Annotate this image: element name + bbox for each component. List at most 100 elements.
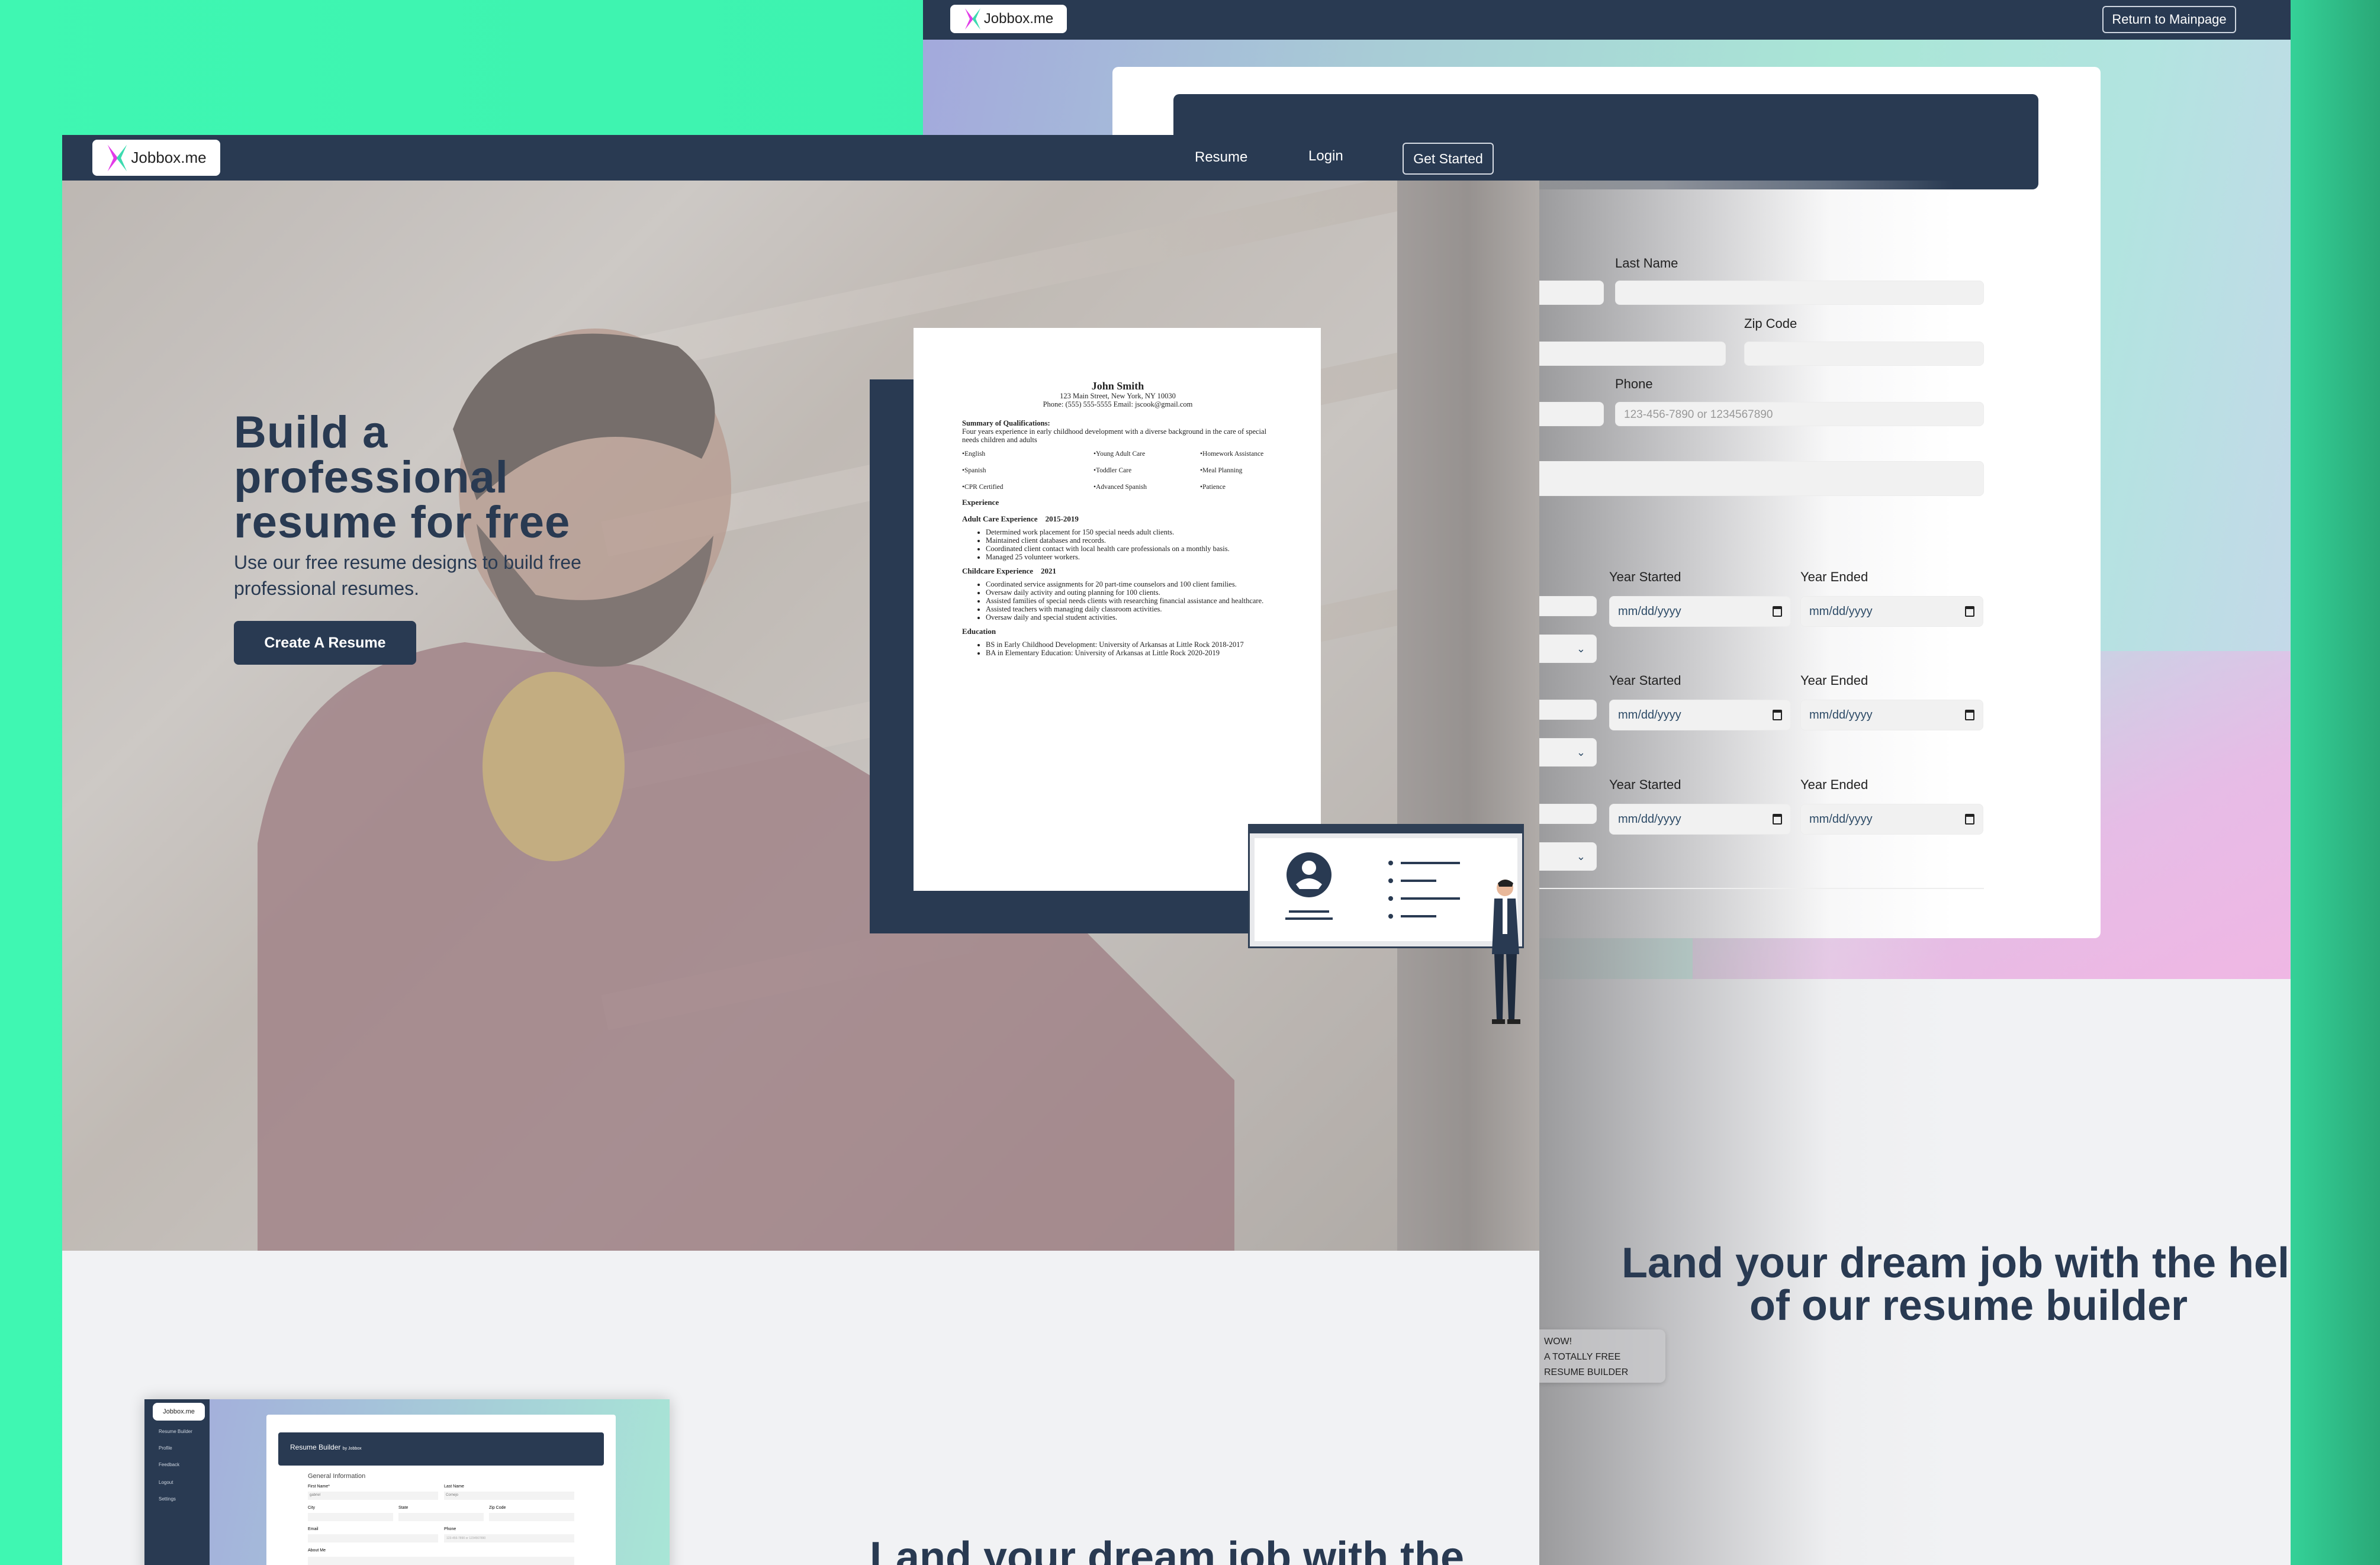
return-to-mainpage-button[interactable]: Return to Mainpage: [2102, 6, 2236, 33]
phone-input[interactable]: 123-456-7890 or 1234567890: [1615, 402, 1984, 426]
section-headline: Land your dream job with the help of our…: [1621, 1239, 2291, 1329]
zip-code-input[interactable]: [1744, 342, 1984, 366]
skill: •English: [962, 450, 986, 458]
year-ended-input[interactable]: mm/dd/yyyy: [1800, 700, 1983, 730]
bullet: Coordinated service assignments for 20 p…: [986, 580, 1273, 588]
calendar-icon[interactable]: [1965, 814, 1974, 825]
date-placeholder: mm/dd/yyyy: [1809, 708, 1873, 722]
bullet: Oversaw daily activity and outing planni…: [986, 588, 1273, 597]
preview-section-title: General Information: [308, 1473, 366, 1480]
resume-summary: Four years experience in early childhood…: [962, 427, 1267, 444]
preview-header: Resume Builder by Jobbox: [278, 1432, 604, 1466]
resume-job-title: Childcare Experience 2021: [962, 566, 1056, 575]
create-resume-button[interactable]: Create A Resume: [234, 621, 416, 665]
resume-job-title: Adult Care Experience 2015-2019: [962, 514, 1079, 523]
resume-skills: •English •Young Adult Care •Homework Ass…: [962, 450, 1273, 491]
bullet: BA in Elementary Education: University o…: [986, 649, 1273, 657]
builder-preview-screenshot: Jobbox.me Resume Builder Profile Feedbac…: [144, 1399, 670, 1565]
last-name-label: Last Name: [1615, 256, 1678, 271]
logo-text: Jobbox.me: [983, 11, 1054, 27]
skill: •Homework Assistance: [1200, 450, 1264, 458]
preview-label: Zip Code: [489, 1506, 506, 1510]
calendar-icon[interactable]: [1965, 606, 1974, 617]
resume-education-list: BS in Early Childhood Development: Unive…: [986, 640, 1273, 657]
top-navbar: Jobbox.me Resume Login Get Started: [62, 135, 1539, 181]
year-ended-input[interactable]: mm/dd/yyyy: [1800, 596, 1983, 627]
preview-textarea: [308, 1557, 574, 1565]
resume-job-bullets: Coordinated service assignments for 20 p…: [986, 580, 1273, 622]
preview-sidebar: Jobbox.me Resume Builder Profile Feedbac…: [144, 1399, 210, 1565]
preview-sidebar-item: Feedback: [159, 1462, 180, 1467]
resume-education-heading: Education: [962, 627, 996, 636]
preview-sidebar-item: Settings: [159, 1496, 176, 1502]
preview-header-sub: by Jobbox: [342, 1447, 362, 1451]
year-started-input[interactable]: mm/dd/yyyy: [1609, 596, 1791, 627]
skill: •Patience: [1200, 484, 1226, 491]
bullet: Managed 25 volunteer workers.: [986, 553, 1273, 561]
about-me-textarea[interactable]: [1515, 461, 1984, 496]
hero-title: Build a professional resume for free: [234, 407, 571, 548]
logo[interactable]: Jobbox.me: [950, 5, 1067, 33]
calendar-icon[interactable]: [1773, 710, 1782, 720]
preview-label: Email: [308, 1527, 319, 1531]
logo-text: Jobbox.me: [131, 149, 207, 166]
year-ended-label: Year Ended: [1800, 777, 1868, 792]
landing-page-window: Jobbox.me Resume Login Get Started Build…: [62, 135, 1539, 1565]
preview-input: [489, 1513, 574, 1521]
chevron-down-icon: ⌄: [1576, 850, 1585, 862]
preview-label: Last Name: [444, 1485, 464, 1489]
preview-header-title: Resume Builder: [290, 1443, 341, 1451]
year-ended-label: Year Ended: [1800, 673, 1868, 688]
bullet: Coordinated client contact with local he…: [986, 545, 1273, 553]
section-headline: Land your dream job with the: [870, 1534, 1465, 1565]
free-badge: WOW! A TOTALLY FREE RESUME BUILDER: [1539, 1329, 1665, 1383]
last-name-input[interactable]: [1615, 281, 1984, 305]
preview-input: Cornejo: [444, 1492, 574, 1500]
hero-subtitle: Use our free resume designs to build fre…: [234, 552, 581, 599]
bullet: Determined work placement for 150 specia…: [986, 528, 1273, 536]
logo[interactable]: Jobbox.me: [92, 140, 220, 176]
calendar-icon[interactable]: [1773, 606, 1782, 617]
bullet: Maintained client databases and records.: [986, 536, 1273, 545]
date-placeholder: mm/dd/yyyy: [1618, 604, 1681, 618]
date-placeholder: mm/dd/yyyy: [1809, 812, 1873, 826]
badge-line: A TOTALLY FREE: [1544, 1352, 1621, 1362]
preview-sidebar-item: Resume Builder: [159, 1429, 192, 1434]
preview-input: [308, 1513, 393, 1521]
skill: •CPR Certified: [962, 484, 1004, 491]
logo-icon: [108, 144, 127, 171]
bullet: Assisted teachers with managing daily cl…: [986, 605, 1273, 613]
preview-input: 123-456-7890 or 1234567890: [444, 1534, 574, 1543]
nav-login[interactable]: Login: [1308, 148, 1343, 165]
calendar-icon[interactable]: [1773, 814, 1782, 825]
divider: [1515, 888, 1984, 889]
nav-resume[interactable]: Resume: [1195, 149, 1247, 166]
resume-job-bullets: Determined work placement for 150 specia…: [986, 528, 1273, 561]
year-ended-input[interactable]: mm/dd/yyyy: [1800, 804, 1983, 835]
year-started-input[interactable]: mm/dd/yyyy: [1609, 700, 1791, 730]
bullet: Assisted families of special needs clien…: [986, 597, 1273, 605]
preview-sidebar-item: Profile: [159, 1445, 172, 1451]
chevron-down-icon: ⌄: [1576, 746, 1585, 758]
get-started-button[interactable]: Get Started: [1403, 143, 1494, 175]
state-input[interactable]: [1515, 342, 1726, 366]
badge-line: RESUME BUILDER: [1544, 1367, 1629, 1377]
preview-label: First Name*: [308, 1485, 330, 1489]
preview-input: [308, 1534, 438, 1543]
logo-icon: [964, 8, 980, 30]
preview-label: State: [398, 1506, 409, 1510]
preview-sidebar-item: Logout: [159, 1480, 173, 1485]
skill: •Meal Planning: [1200, 467, 1243, 474]
bullet: Oversaw daily and special student activi…: [986, 613, 1273, 622]
preview-label: About Me: [308, 1548, 326, 1553]
resume-address: 123 Main Street, New York, NY 10030: [1060, 392, 1176, 400]
year-started-label: Year Started: [1609, 569, 1681, 584]
preview-input: gabriel: [308, 1492, 438, 1500]
skill: •Advanced Spanish: [1093, 484, 1147, 491]
year-started-label: Year Started: [1609, 777, 1681, 792]
year-started-label: Year Started: [1609, 673, 1681, 688]
skill: •Spanish: [962, 467, 986, 474]
calendar-icon[interactable]: [1965, 710, 1974, 720]
chevron-down-icon: ⌄: [1576, 642, 1585, 655]
year-started-input[interactable]: mm/dd/yyyy: [1609, 804, 1791, 835]
